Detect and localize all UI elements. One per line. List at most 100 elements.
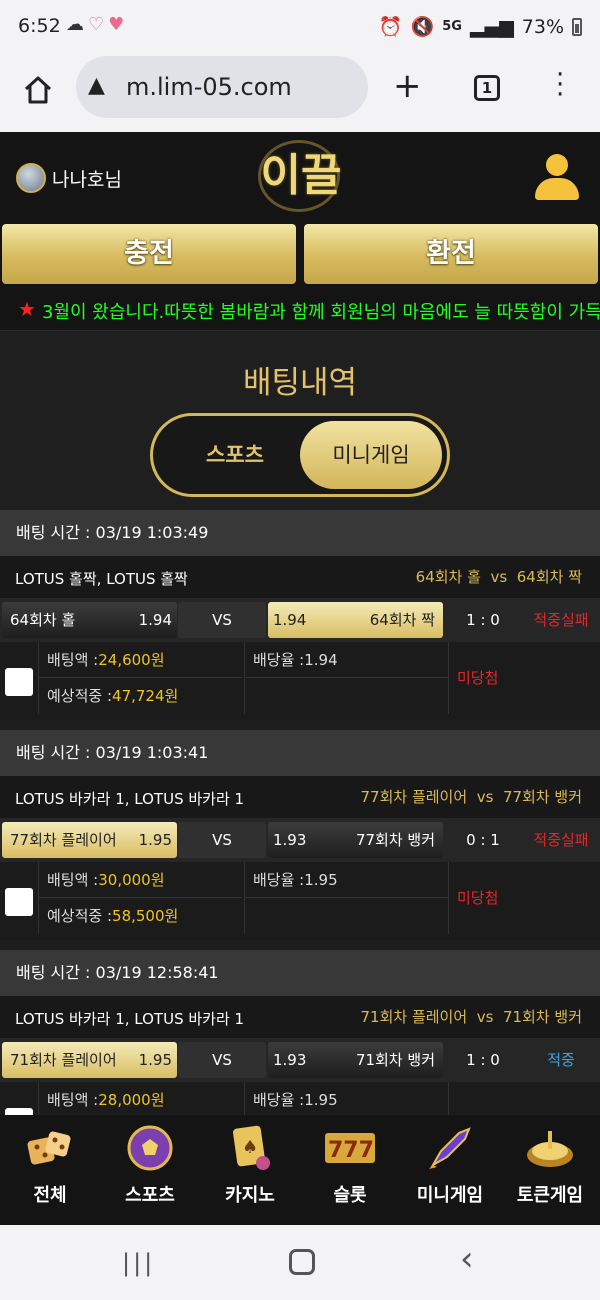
nav-token-game[interactable]: 토큰게임: [500, 1115, 600, 1225]
bet-info: 배팅액 :30,000원 예상적중 :58,500원 배당율 :1.95 미당첨: [0, 862, 600, 940]
home-pick[interactable]: 71회차 플레이어 1.95: [2, 1042, 177, 1078]
bet-result: 적중실패: [533, 831, 589, 849]
svg-text:♠: ♠: [242, 1137, 258, 1158]
slot-777-icon: 777: [325, 1133, 375, 1163]
bet-odds: 배당율 :1.95: [244, 1082, 448, 1118]
bet-info: 배팅액 :24,600원 예상적중 :47,724원 배당율 :1.94 미당첨: [0, 642, 600, 720]
vs-label: VS: [178, 1042, 266, 1078]
warning-icon[interactable]: ▲: [88, 73, 105, 98]
home-pick[interactable]: 64회차 홀 1.94: [2, 602, 177, 638]
withdraw-button[interactable]: 환전: [304, 224, 598, 284]
bet-game-row: LOTUS 바카라 1, LOTUS 바카라 1 71회차 플레이어 vs 71…: [0, 996, 600, 1038]
home-button-icon[interactable]: [289, 1249, 315, 1275]
address-bar[interactable]: ▲ m.lim-05.com: [76, 56, 368, 118]
cash-buttons: 충전 환전: [0, 220, 600, 290]
bet-match: 64회차 홀 vs 64회차 짝: [415, 568, 582, 586]
soccer-ball-icon: [127, 1125, 173, 1171]
vs-label: VS: [178, 602, 266, 638]
user-info[interactable]: 나나호님: [16, 163, 122, 193]
nav-all[interactable]: 전체: [0, 1115, 100, 1225]
rank-badge-icon: [16, 163, 46, 193]
bet-checkbox[interactable]: [5, 888, 33, 916]
tab-minigame[interactable]: 미니게임: [300, 421, 442, 489]
network-label: 5G: [442, 19, 462, 34]
bet-odds-row: 77회차 플레이어 1.95 VS 1.93 77회차 뱅커 0 : 1 적중실…: [0, 818, 600, 862]
nav-casino[interactable]: ♠ 카지노: [200, 1115, 300, 1225]
rocket-icon: [429, 1127, 471, 1169]
nav-label: 토큰게임: [516, 1185, 584, 1206]
notice-text: 3월이 왔습니다.따뜻한 봄바람과 함께 회원님의 마음에도 늘 따뜻함이 가득: [42, 302, 600, 323]
deposit-button[interactable]: 충전: [2, 224, 296, 284]
status-time: 6:52: [18, 15, 61, 37]
nav-minigame[interactable]: 미니게임: [400, 1115, 500, 1225]
bet-game-name: LOTUS 바카라 1, LOTUS 바카라 1: [15, 1010, 245, 1028]
nav-label: 스포츠: [125, 1185, 175, 1206]
battery-icon: [572, 17, 582, 36]
bet-score: 1 : 0: [466, 1051, 500, 1069]
bet-odds-row: 64회차 홀 1.94 VS 1.94 64회차 짝 1 : 0 적중실패: [0, 598, 600, 642]
site-logo[interactable]: 이끌림: [246, 136, 356, 281]
nav-slot[interactable]: 777 슬롯: [300, 1115, 400, 1225]
recent-apps-icon[interactable]: |||: [122, 1249, 155, 1277]
home-pick[interactable]: 77회차 플레이어 1.95: [2, 822, 177, 858]
bet-checkbox[interactable]: [5, 668, 33, 696]
tab-sports[interactable]: 스포츠: [175, 416, 295, 494]
vs-label: VS: [178, 822, 266, 858]
url-text[interactable]: m.lim-05.com: [126, 73, 292, 101]
tab-count-button[interactable]: 1: [474, 75, 500, 101]
nav-label: 전체: [33, 1185, 67, 1206]
bet-time: 배팅 시간 : 03/19 1:03:41: [0, 730, 600, 776]
new-tab-icon[interactable]: +: [393, 66, 422, 106]
bet-odds-row: 71회차 플레이어 1.95 VS 1.93 71회차 뱅커 1 : 0 적중: [0, 1038, 600, 1082]
bottom-nav: 전체 스포츠 ♠ 카지노 777 슬롯 미니게임 토큰게임: [0, 1115, 600, 1225]
bet-item: 배팅 시간 : 03/19 1:03:41 LOTUS 바카라 1, LOTUS…: [0, 730, 600, 940]
svg-text:777: 777: [328, 1138, 374, 1163]
profile-icon[interactable]: [535, 154, 579, 200]
signal-icon: ▂▄▆: [469, 15, 514, 38]
bet-amount: 배팅액 :30,000원: [38, 862, 242, 898]
bet-match: 77회차 플레이어 vs 77회차 뱅커: [360, 788, 582, 806]
bet-empty-cell: [244, 678, 448, 714]
bet-expected: 예상적중 :58,500원: [38, 898, 242, 934]
bet-game-name: LOTUS 바카라 1, LOTUS 바카라 1: [15, 790, 245, 808]
alarm-icon: ⏰: [378, 16, 403, 38]
more-menu-icon[interactable]: · · ·: [556, 62, 564, 108]
cards-icon: ♠: [233, 1125, 270, 1170]
home-icon[interactable]: [22, 74, 54, 106]
bet-amount: 배팅액 :24,600원: [38, 642, 242, 678]
nav-sports[interactable]: 스포츠: [100, 1115, 200, 1225]
bet-expected: 예상적중 :47,724원: [38, 678, 242, 714]
site-header: 나나호님 이끌림: [0, 132, 600, 281]
bet-odds: 배당율 :1.95: [244, 862, 448, 898]
bet-game-row: LOTUS 홀짝, LOTUS 홀짝 64회차 홀 vs 64회차 짝: [0, 556, 600, 598]
away-pick[interactable]: 1.94 64회차 짝: [268, 602, 443, 638]
bet-odds: 배당율 :1.94: [244, 642, 448, 678]
dice-icon: [27, 1131, 71, 1165]
bet-match: 71회차 플레이어 vs 71회차 뱅커: [360, 1008, 582, 1026]
away-pick[interactable]: 1.93 71회차 뱅커: [268, 1042, 443, 1078]
notification-icons: ☁♡♥: [66, 14, 129, 35]
bet-game-row: LOTUS 바카라 1, LOTUS 바카라 1 77회차 플레이어 vs 77…: [0, 776, 600, 818]
battery-text: 73%: [521, 15, 564, 38]
nav-label: 슬롯: [333, 1185, 367, 1206]
bet-game-name: LOTUS 홀짝, LOTUS 홀짝: [15, 570, 188, 588]
bet-amount: 배팅액 :28,000원: [38, 1082, 242, 1118]
bet-time: 배팅 시간 : 03/19 1:03:49: [0, 510, 600, 556]
bet-result: 적중실패: [533, 611, 589, 629]
status-bar: 6:52 ☁♡♥ ⏰ 🔇 5G ▂▄▆ 73%: [0, 0, 600, 56]
nav-label: 카지노: [225, 1185, 275, 1206]
bet-status: 미당첨: [448, 642, 600, 714]
notice-marquee: ★ 3월이 왔습니다.따뜻한 봄바람과 함께 회원님의 마음에도 늘 따뜻함이 …: [0, 290, 600, 330]
roulette-icon: [527, 1131, 573, 1167]
bet-item: 배팅 시간 : 03/19 1:03:49 LOTUS 홀짝, LOTUS 홀짝…: [0, 510, 600, 720]
system-nav-bar: ||| ‹: [0, 1225, 600, 1300]
away-pick[interactable]: 1.93 77회차 뱅커: [268, 822, 443, 858]
betting-history-header: 배팅내역 스포츠 미니게임: [0, 330, 600, 510]
back-icon[interactable]: ‹: [460, 1239, 474, 1279]
nav-label: 미니게임: [416, 1185, 484, 1206]
bet-result: 적중: [547, 1051, 575, 1069]
page-title: 배팅내역: [242, 365, 358, 401]
bet-time: 배팅 시간 : 03/19 12:58:41: [0, 950, 600, 996]
username: 나나호님: [52, 168, 122, 191]
bet-empty-cell: [244, 898, 448, 934]
